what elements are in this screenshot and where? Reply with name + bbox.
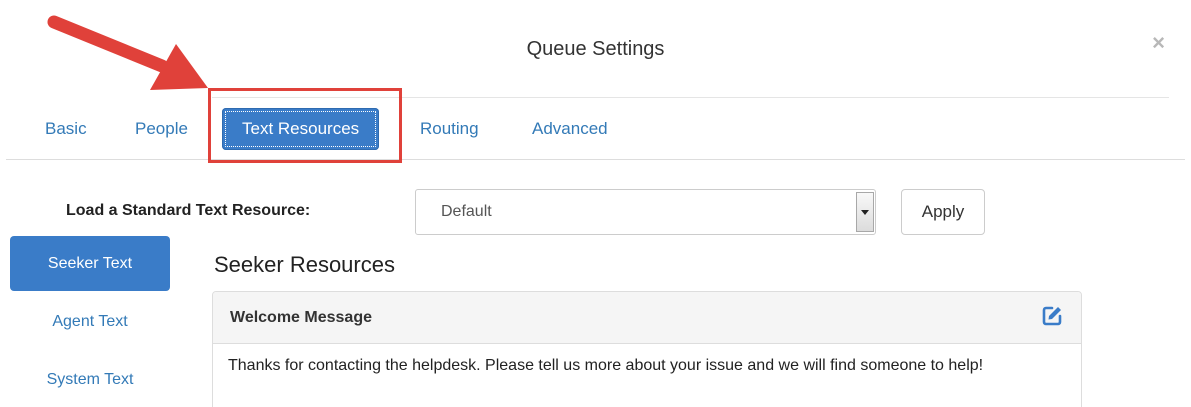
dialog-header: Queue Settings × [0,0,1191,96]
panel-heading: Welcome Message [213,292,1081,344]
dialog-title: Queue Settings [526,38,665,60]
select-value: Default [441,203,492,220]
tab-text-resources[interactable]: Text Resources [222,108,380,150]
welcome-message-panel: Welcome Message Thanks for contacting th… [212,291,1082,407]
load-resource-label: Load a Standard Text Resource: [66,202,311,219]
tab-routing[interactable]: Routing [420,108,479,150]
tab-basic[interactable]: Basic [45,108,87,150]
section-title: Seeker Resources [214,252,395,277]
side-item-system-text[interactable]: System Text [10,352,170,407]
settings-tabs: Basic People Text Resources Routing Adva… [0,100,1191,158]
close-button[interactable]: × [1152,32,1165,54]
queue-settings-dialog: Queue Settings × Basic People Text Resou… [0,0,1191,407]
side-item-seeker-text[interactable]: Seeker Text [10,236,170,291]
tab-people[interactable]: People [135,108,188,150]
apply-button[interactable]: Apply [901,189,985,235]
tabs-divider [6,159,1185,160]
tab-advanced[interactable]: Advanced [532,108,608,150]
edit-icon[interactable] [1041,305,1063,327]
welcome-message-text: Thanks for contacting the helpdesk. Plea… [228,357,984,374]
text-resource-select[interactable]: Default [415,189,876,235]
panel-title: Welcome Message [230,309,372,326]
side-item-agent-text[interactable]: Agent Text [10,294,170,349]
header-divider [212,97,1169,98]
chevron-down-icon[interactable] [856,192,874,232]
